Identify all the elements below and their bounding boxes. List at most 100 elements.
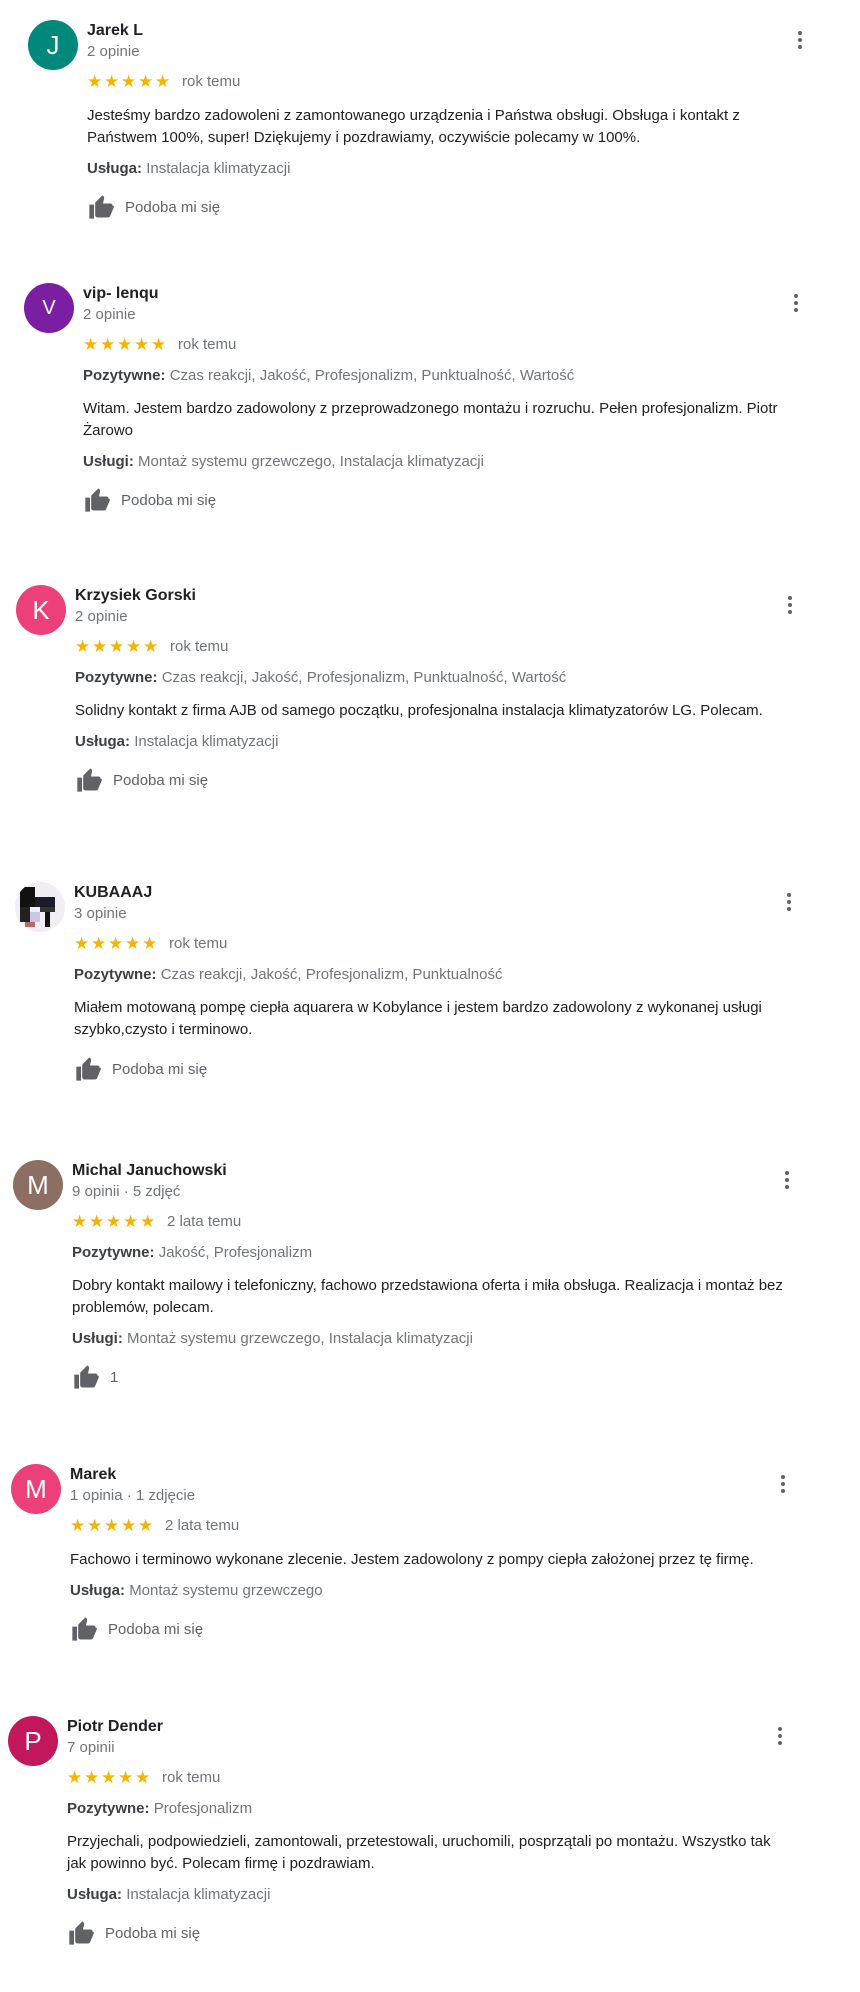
- reviewer-name[interactable]: KUBAAAJ: [74, 882, 794, 904]
- positive-value: Profesjonalizm: [153, 1800, 253, 1817]
- star-icon: ★: [72, 1212, 88, 1231]
- more-options-icon[interactable]: [777, 1168, 797, 1192]
- like-button[interactable]: Podoba mi się: [67, 1919, 787, 1947]
- like-button[interactable]: Podoba mi się: [74, 1055, 794, 1083]
- like-label: Podoba mi się: [105, 1924, 201, 1942]
- positive-line: Pozytywne: Czas reakcji, Jakość, Profesj…: [75, 668, 795, 688]
- more-options-icon[interactable]: [773, 1472, 793, 1496]
- reviewer-name[interactable]: Michal Januchowski: [72, 1160, 792, 1182]
- more-options-icon[interactable]: [786, 291, 806, 315]
- star-icon: ★: [126, 637, 142, 656]
- review-time: rok temu: [162, 1769, 221, 1786]
- service-value: Montaż systemu grzewczego, Instalacja kl…: [127, 1330, 473, 1347]
- star-icon: ★: [118, 1768, 134, 1787]
- service-value: Montaż systemu grzewczego, Instalacja kl…: [138, 453, 484, 470]
- review-text: Jesteśmy bardzo zadowoleni z zamontowane…: [87, 107, 740, 146]
- service-line: Usługa: Instalacja klimatyzacji: [75, 732, 795, 752]
- avatar-image: [15, 882, 65, 932]
- star-icon: ★: [74, 934, 90, 953]
- more-options-icon[interactable]: [779, 890, 799, 914]
- star-icon: ★: [125, 934, 141, 953]
- star-icon: ★: [123, 1212, 139, 1231]
- star-icon: ★: [151, 335, 167, 354]
- avatar[interactable]: V: [24, 283, 74, 333]
- like-button[interactable]: Podoba mi się: [70, 1615, 790, 1643]
- thumbs-up-icon: [69, 1921, 94, 1945]
- star-icon: ★: [83, 335, 99, 354]
- reviewer-name[interactable]: vip- lenqu: [83, 283, 803, 305]
- star-rating: ★ ★ ★ ★ ★: [75, 636, 160, 658]
- star-icon: ★: [104, 72, 120, 91]
- service-label: Usługa:: [67, 1886, 123, 1903]
- star-icon: ★: [143, 637, 159, 656]
- service-label: Usługi:: [72, 1330, 123, 1347]
- review-time: 2 lata temu: [167, 1213, 242, 1230]
- star-icon: ★: [87, 72, 103, 91]
- service-label: Usługa:: [70, 1582, 126, 1599]
- more-options-icon[interactable]: [790, 28, 810, 52]
- star-icon: ★: [134, 335, 150, 354]
- reviewer-meta: 9 opinii · 5 zdjęć: [72, 1183, 181, 1200]
- star-icon: ★: [92, 637, 108, 656]
- like-button[interactable]: 1: [72, 1363, 792, 1391]
- avatar[interactable]: K: [16, 585, 66, 635]
- reviewer-name[interactable]: Piotr Dender: [67, 1716, 787, 1738]
- service-line: Usługa: Instalacja klimatyzacji: [87, 159, 807, 179]
- star-rating: ★ ★ ★ ★ ★: [72, 1211, 157, 1233]
- review-time: rok temu: [178, 336, 237, 353]
- rating-row: ★ ★ ★ ★ ★ rok temu: [67, 1767, 787, 1789]
- service-value: Instalacja klimatyzacji: [146, 160, 291, 177]
- positive-value: Czas reakcji, Jakość, Profesjonalizm, Pu…: [161, 669, 567, 686]
- review-time: 2 lata temu: [165, 1517, 240, 1534]
- star-icon: ★: [121, 1516, 137, 1535]
- star-icon: ★: [117, 335, 133, 354]
- positive-line: Pozytywne: Czas reakcji, Jakość, Profesj…: [74, 965, 794, 985]
- avatar[interactable]: P: [8, 1716, 58, 1766]
- avatar[interactable]: J: [28, 20, 78, 70]
- positive-label: Pozytywne:: [67, 1800, 150, 1817]
- review-time: rok temu: [182, 73, 241, 90]
- review-text: Fachowo i terminowo wykonane zlecenie. J…: [70, 1551, 754, 1568]
- like-label: Podoba mi się: [113, 771, 209, 789]
- service-value: Instalacja klimatyzacji: [134, 733, 279, 750]
- positive-label: Pozytywne:: [75, 669, 158, 686]
- star-rating: ★ ★ ★ ★ ★: [67, 1767, 152, 1789]
- service-line: Usługi: Montaż systemu grzewczego, Insta…: [83, 452, 803, 472]
- thumbs-up-icon: [76, 1057, 101, 1081]
- thumbs-up-icon: [72, 1617, 97, 1641]
- reviewer-meta: 2 opinie: [83, 306, 136, 323]
- more-options-icon[interactable]: [780, 593, 800, 617]
- like-button[interactable]: Podoba mi się: [87, 193, 807, 221]
- positive-line: Pozytywne: Profesjonalizm: [67, 1799, 787, 1819]
- avatar[interactable]: M: [11, 1464, 61, 1514]
- star-icon: ★: [87, 1516, 103, 1535]
- avatar[interactable]: M: [13, 1160, 63, 1210]
- service-label: Usługi:: [83, 453, 134, 470]
- star-rating: ★ ★ ★ ★ ★: [74, 933, 159, 955]
- reviewer-meta: 2 opinie: [75, 608, 128, 625]
- positive-label: Pozytywne:: [74, 966, 157, 983]
- like-button[interactable]: Podoba mi się: [83, 486, 803, 514]
- rating-row: ★ ★ ★ ★ ★ rok temu: [74, 933, 794, 955]
- star-icon: ★: [109, 637, 125, 656]
- review-text: Witam. Jestem bardzo zadowolony z przepr…: [83, 400, 778, 439]
- more-options-icon[interactable]: [770, 1724, 790, 1748]
- reviewer-name[interactable]: Jarek L: [87, 20, 807, 42]
- positive-label: Pozytywne:: [72, 1244, 155, 1261]
- thumbs-up-icon: [77, 768, 102, 792]
- avatar[interactable]: [15, 882, 65, 932]
- review-text: Przyjechali, podpowiedzieli, zamontowali…: [67, 1833, 771, 1872]
- review-text: Solidny kontakt z firma AJB od samego po…: [75, 702, 763, 719]
- positive-line: Pozytywne: Jakość, Profesjonalizm: [72, 1243, 792, 1263]
- star-icon: ★: [91, 934, 107, 953]
- star-icon: ★: [142, 934, 158, 953]
- like-label: Podoba mi się: [112, 1060, 208, 1078]
- service-line: Usługa: Montaż systemu grzewczego: [70, 1581, 790, 1601]
- rating-row: ★ ★ ★ ★ ★ rok temu: [75, 636, 795, 658]
- star-icon: ★: [70, 1516, 86, 1535]
- reviewer-meta: 7 opinii: [67, 1739, 115, 1756]
- reviewer-name[interactable]: Krzysiek Gorski: [75, 585, 795, 607]
- service-line: Usługi: Montaż systemu grzewczego, Insta…: [72, 1329, 792, 1349]
- reviewer-name[interactable]: Marek: [70, 1464, 790, 1486]
- like-button[interactable]: Podoba mi się: [75, 766, 795, 794]
